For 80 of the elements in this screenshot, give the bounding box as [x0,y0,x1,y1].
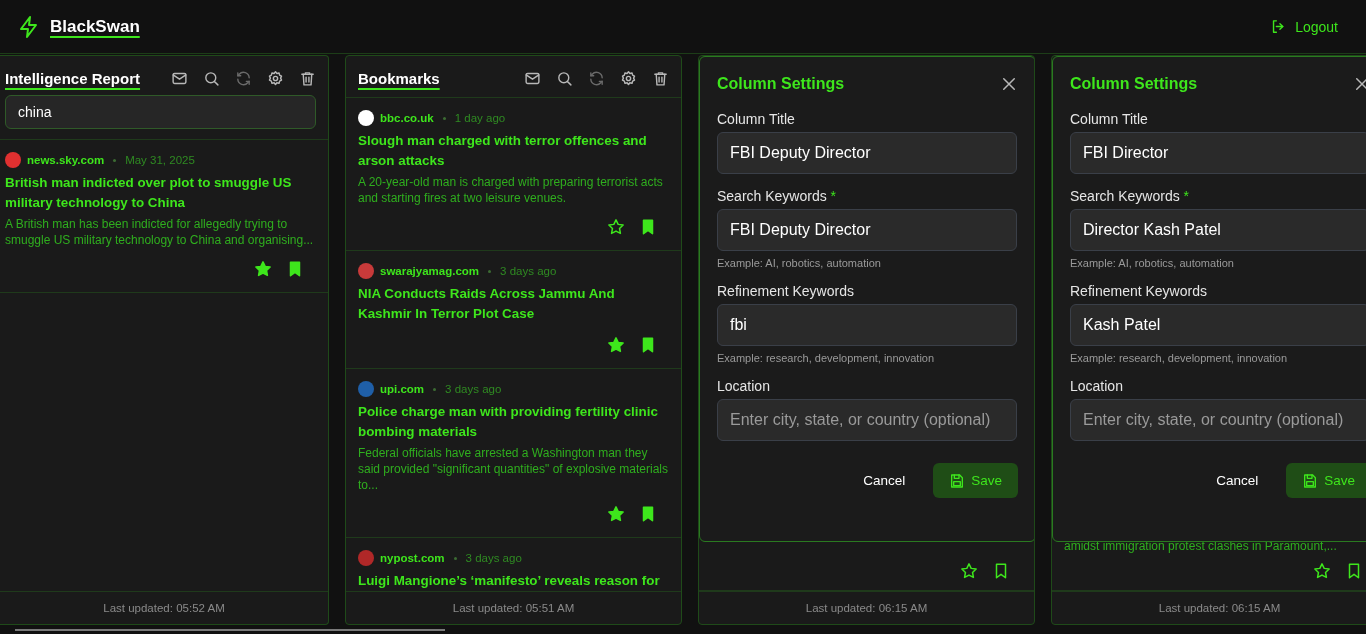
field-hint: Example: AI, robotics, automation [1070,257,1235,269]
star-icon[interactable] [960,562,978,580]
mail-icon[interactable] [171,70,188,87]
article-title-link[interactable]: Luigi Mangione’s ‘manifesto’ reveals reason for [358,571,669,591]
separator-dot [433,387,437,391]
separator-dot [113,158,117,162]
article-title-link[interactable]: Police charge man with providing fertility clinic bombing materials [358,402,669,442]
column-title: Bookmarks [358,70,440,87]
field-label: Column Title [717,111,796,127]
star-icon[interactable] [1313,562,1331,580]
trash-icon[interactable] [652,70,669,87]
text-field[interactable]: FBI Director [1070,132,1366,174]
article-time: 1 day ago [454,112,506,124]
close-icon[interactable] [1353,75,1366,93]
field-label: Search Keywords * [1070,188,1191,204]
source-link[interactable]: bbc.co.uk [380,112,434,124]
article-description: A 20-year-old man is charged with preparing terrorist acts and starting fires at two leisure venues. [358,174,664,206]
search-icon[interactable] [556,70,573,87]
article-time: 3 days ago [465,552,522,564]
close-icon[interactable] [1000,75,1018,93]
field-hint: Example: research, development, innovation [717,352,936,364]
text-field[interactable]: FBI Deputy Director [717,209,1017,251]
app-logo-text[interactable]: BlackSwan [50,16,140,37]
save-button[interactable]: Save [1286,463,1366,498]
star-icon[interactable] [607,218,625,236]
field-label: Location [717,378,771,394]
column-title: Intelligence Report [5,70,141,87]
source-link[interactable]: upi.com [380,383,425,395]
last-updated-text: Last updated: 05:52 AM [0,591,328,624]
article-title-link[interactable]: NIA Conducts Raids Across Jammu And Kashmir In Terror Plot Case [358,284,669,324]
mail-icon[interactable] [524,70,541,87]
star-icon[interactable] [607,505,625,523]
separator-dot [488,269,492,273]
article-description: A British man has been indicted for allegedly trying to smuggle US military technology to China and organising... [5,216,315,248]
separator-dot [453,556,457,560]
article-time: May 31, 2025 [125,154,195,166]
last-updated-text: Last updated: 05:51 AM [346,591,681,624]
field-hint: Example: research, development, innovation [1070,352,1289,364]
last-updated-text: Last updated: 06:15 AM [699,591,1034,624]
save-icon [949,472,966,489]
field-hint: Example: AI, robotics, automation [717,257,882,269]
source-link[interactable]: news.sky.com [27,154,105,166]
trash-icon[interactable] [299,70,316,87]
separator-dot [442,116,446,120]
last-updated-text: Last updated: 06:15 AM [1052,591,1366,624]
save-button[interactable]: Save [933,463,1018,498]
text-field[interactable]: FBI Deputy Director [717,132,1017,174]
search-icon[interactable] [203,70,220,87]
star-icon[interactable] [607,336,625,354]
save-icon [1302,472,1319,489]
field-label: Refinement Keywords [717,283,855,299]
text-field[interactable]: fbi [717,304,1017,346]
dialog-title: Column Settings [717,75,845,93]
source-link[interactable]: swarajyamag.com [380,265,480,277]
refresh-icon[interactable] [235,70,252,87]
star-icon[interactable] [254,260,272,278]
horizontal-scrollbar[interactable] [15,629,445,631]
refresh-icon[interactable] [588,70,605,87]
search-field[interactable]: china [5,95,316,129]
text-field[interactable]: Enter city, state, or country (optional) [717,399,1017,441]
settings-icon[interactable] [620,70,637,87]
logout-button[interactable]: Logout [1270,18,1338,35]
field-label: Search Keywords * [717,188,838,204]
article-description: amidst immigration protest clashes in Paramount,... [1064,538,1338,554]
field-label: Location [1070,378,1124,394]
settings-icon[interactable] [267,70,284,87]
field-label: Refinement Keywords [1070,283,1208,299]
article-description: Federal officials have arrested a Washington man they said provided "significant quantities" of explosive materials to... [358,445,669,493]
article-time: 3 days ago [445,383,502,395]
text-field[interactable]: Kash Patel [1070,304,1366,346]
cancel-button[interactable]: Cancel [1202,465,1273,496]
source-link[interactable]: nypost.com [380,552,445,564]
text-field[interactable]: Enter city, state, or country (optional) [1070,399,1366,441]
cancel-button[interactable]: Cancel [849,465,920,496]
dialog-title: Column Settings [1070,75,1198,93]
text-field[interactable]: Director Kash Patel [1070,209,1366,251]
article-time: 3 days ago [500,265,557,277]
article-title-link[interactable]: British man indicted over plot to smuggle US military technology to China [5,173,316,213]
field-label: Column Title [1070,111,1149,127]
article-title-link[interactable]: Slough man charged with terror offences and arson attacks [358,131,669,171]
